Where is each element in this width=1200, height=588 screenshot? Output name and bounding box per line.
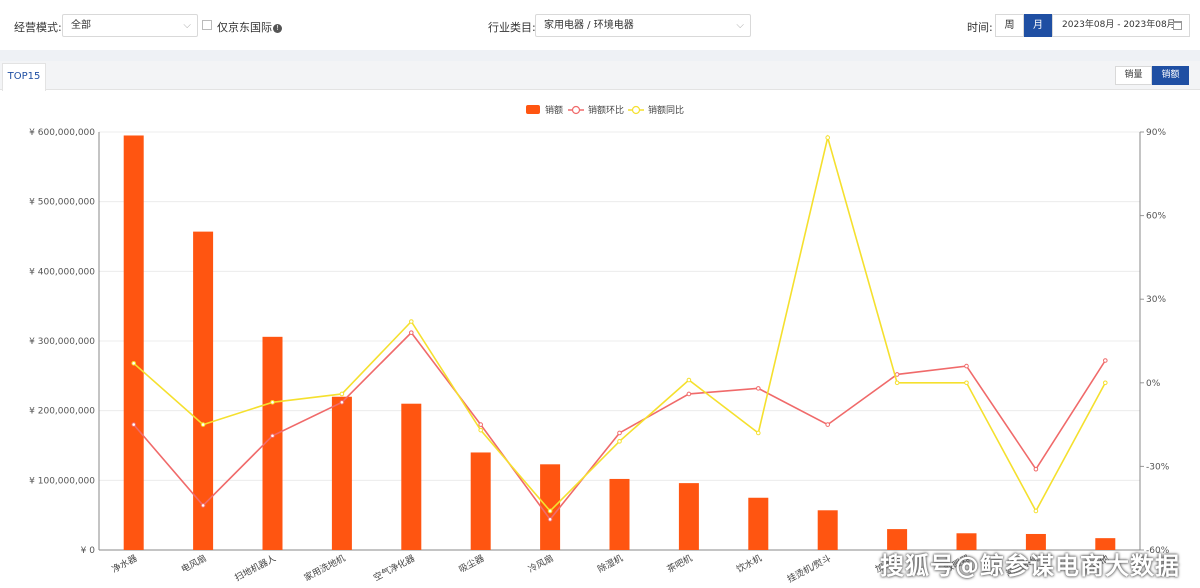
left-axis-tick-label: ¥ 600,000,000	[29, 128, 95, 138]
left-axis-tick-label: ¥ 300,000,000	[29, 337, 95, 347]
x-axis-tick-label: 饮水机	[734, 552, 763, 575]
series-point-1	[1033, 508, 1039, 514]
series-point-0	[756, 386, 761, 391]
x-axis-tick-label: 扫地机器人	[233, 552, 278, 584]
series-point-0	[339, 400, 345, 405]
filter-bar: 经营模式: 全部 ⌵ 仅京东国际! 行业类目: 家用电器 / 环境电器 ⌵ 时间…	[0, 0, 1200, 50]
jd-intl-checkbox[interactable]	[202, 20, 212, 30]
legend-swatch-marker	[571, 105, 581, 115]
series-point-0	[686, 391, 692, 397]
metric-amount-button[interactable]: 销额	[1152, 66, 1189, 85]
bar-6	[540, 464, 561, 550]
period-month-button[interactable]: 月	[1024, 14, 1052, 37]
bar-7	[609, 478, 630, 550]
left-axis-tick-label: ¥ 100,000,000	[29, 476, 95, 486]
series-point-1	[409, 319, 414, 324]
series-point-0	[1103, 358, 1108, 363]
series-point-0	[617, 430, 622, 436]
x-axis-tick-label: 除湿机	[595, 552, 624, 575]
series-point-1	[339, 391, 345, 397]
info-icon[interactable]: !	[273, 24, 282, 33]
bar-3	[331, 396, 352, 550]
series-point-0	[200, 503, 206, 508]
legend-swatch-bar	[526, 105, 540, 114]
date-range-picker[interactable]: 2023年08月 - 2023年08月	[1052, 14, 1190, 37]
chevron-down-icon: ⌵	[183, 20, 191, 31]
chart-panel: TOP15 销量 销额 ¥ 0 ¥ 100,000,000 ¥ 200,000,00…	[0, 61, 1200, 588]
period-week-button[interactable]: 周	[995, 14, 1024, 37]
series-point-0	[1033, 466, 1039, 472]
time-label: 时间:	[967, 21, 993, 34]
series-point-0	[825, 422, 831, 427]
series-point-1	[270, 400, 275, 405]
series-point-1	[894, 380, 900, 386]
series-point-1	[200, 422, 206, 427]
tab-top15[interactable]: TOP15	[2, 63, 46, 91]
series-point-0	[964, 363, 969, 369]
metric-qty-button[interactable]: 销量	[1115, 66, 1152, 85]
legend-label: 销额	[545, 104, 563, 116]
left-axis-tick-label: ¥ 500,000,000	[29, 198, 95, 208]
watermark-text: 搜狐号@鲸参谋电商大数据	[880, 552, 1180, 580]
industry-value: 家用电器 / 环境电器	[544, 20, 634, 31]
mode-select[interactable]: 全部 ⌵	[62, 14, 198, 37]
x-axis-tick-label: 茶吧机	[665, 552, 694, 575]
x-axis-tick-label: 吸尘器	[457, 553, 486, 575]
right-axis-tick-label: 60%	[1146, 212, 1166, 222]
industry-select[interactable]: 家用电器 / 环境电器 ⌵	[535, 14, 751, 37]
bar-5	[470, 452, 491, 550]
x-axis-tick-label: 挂烫机/熨斗	[785, 552, 833, 585]
left-axis-tick-label: ¥ 200,000,000	[29, 407, 95, 417]
bar-9	[748, 497, 769, 550]
date-range-value: 2023年08月 - 2023年08月	[1062, 20, 1176, 30]
series-point-0	[547, 517, 553, 522]
series-point-1	[1103, 380, 1108, 386]
x-axis-tick-label: 冷风扇	[526, 552, 555, 575]
bar-0	[123, 135, 144, 550]
calendar-icon	[1173, 21, 1182, 30]
x-axis-tick-label: 净水器	[110, 552, 139, 575]
series-point-1	[825, 135, 831, 140]
series-point-1	[547, 508, 553, 514]
series-point-1	[686, 377, 692, 383]
bar-4	[401, 403, 422, 550]
right-axis-tick-label: 30%	[1146, 295, 1166, 305]
series-point-0	[131, 422, 136, 427]
legend-label: 销额环比	[588, 104, 624, 116]
left-axis-tick-label: ¥ 400,000,000	[29, 267, 95, 277]
series-point-1	[617, 439, 622, 444]
series-point-0	[478, 422, 484, 427]
bar-1	[193, 231, 214, 550]
tab-bar: TOP15 销量 销额	[0, 61, 1200, 91]
series-point-0	[270, 433, 275, 439]
series-point-1	[478, 427, 484, 433]
mode-value: 全部	[71, 20, 91, 31]
right-axis-tick-label: 0%	[1146, 379, 1161, 389]
x-axis-tick-label: 电风扇	[179, 552, 208, 575]
right-axis-tick-label: -30%	[1146, 462, 1170, 472]
series-point-1	[131, 360, 136, 366]
bar-10	[817, 510, 838, 550]
mode-label: 经营模式:	[14, 21, 62, 34]
right-axis-tick-label: 90%	[1146, 128, 1166, 138]
legend-label: 销额同比	[648, 104, 684, 116]
x-axis-tick-label: 空气净化器	[371, 552, 416, 584]
series-point-0	[409, 330, 414, 335]
series-point-1	[756, 430, 761, 436]
sales-chart: ¥ 0 ¥ 100,000,000 ¥ 200,000,000 ¥ 300,000,0…	[29, 104, 1170, 585]
x-axis-tick-label: 家用洗地机	[302, 552, 347, 584]
jd-intl-label: 仅京东国际!	[217, 19, 282, 35]
series-point-1	[964, 380, 969, 386]
industry-label: 行业类目:	[488, 21, 536, 34]
chevron-down-icon: ⌵	[736, 20, 744, 31]
legend-swatch-marker	[631, 105, 641, 115]
left-axis-tick-label: ¥ 0	[81, 546, 96, 556]
bar-8	[678, 483, 699, 550]
